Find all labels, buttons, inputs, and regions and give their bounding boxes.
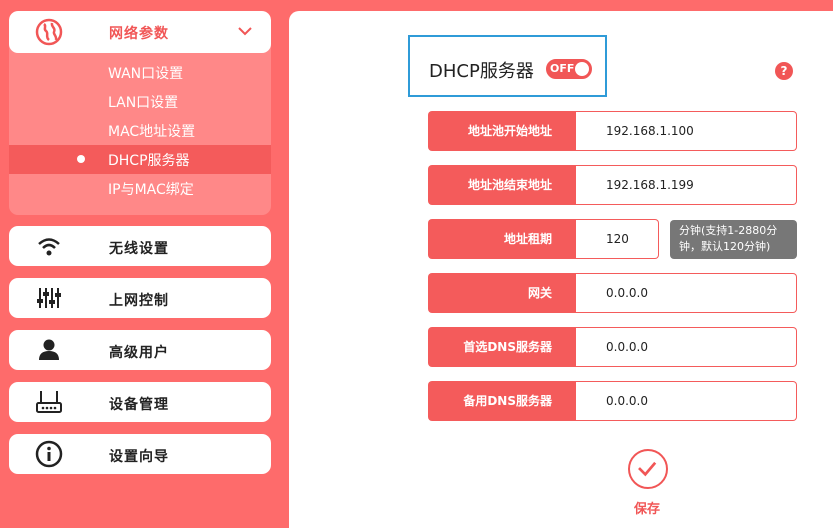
sidebar-item-label: 上网控制: [109, 293, 169, 309]
dhcp-title-box: DHCP服务器 OFF: [408, 35, 607, 97]
sidebar-item-label: WAN口设置: [108, 66, 184, 82]
lease-time-hint: 分钟(支持1-2880分 钟，默认120分钟): [670, 220, 797, 259]
sidebar-item-mac[interactable]: MAC地址设置: [9, 116, 271, 145]
sidebar-item-label: LAN口设置: [108, 95, 179, 111]
sidebar-item-ip-mac-binding[interactable]: IP与MAC绑定: [9, 174, 271, 203]
main-panel: DHCP服务器 OFF ? 地址池开始地址 192.168.1.100 地址池结…: [289, 11, 833, 528]
menu-group-network: 网络参数 WAN口设置 LAN口设置 MAC地址设置 DHCP服务器 IP与MA…: [9, 11, 271, 215]
sidebar-item-label: MAC地址设置: [108, 124, 196, 140]
page-title: DHCP服务器: [429, 61, 534, 82]
sidebar-item-label: IP与MAC绑定: [108, 182, 194, 198]
field-label: 地址租期: [428, 219, 576, 259]
router-icon: [36, 391, 62, 413]
sidebar-item-dhcp[interactable]: DHCP服务器: [9, 145, 271, 174]
info-icon: [35, 440, 63, 468]
sidebar-item-label: DHCP服务器: [108, 153, 190, 169]
sidebar-item-label: 高级用户: [109, 345, 169, 361]
sidebar-item-label: 设置向导: [109, 449, 169, 465]
lease-time-input[interactable]: 120: [576, 219, 659, 259]
save-button[interactable]: [628, 449, 668, 489]
checkmark-icon: [638, 461, 657, 477]
dhcp-toggle[interactable]: OFF: [546, 59, 592, 79]
chevron-down-icon[interactable]: [237, 25, 253, 37]
toggle-knob: [575, 62, 589, 76]
sidebar-item-device-management[interactable]: 设备管理: [9, 382, 271, 422]
pool-end-input[interactable]: 192.168.1.199: [576, 165, 797, 205]
hint-line: 钟，默认120分钟): [679, 240, 771, 253]
sidebar-item-access-control[interactable]: 上网控制: [9, 278, 271, 318]
sidebar-item-wan[interactable]: WAN口设置: [9, 58, 271, 87]
sidebar-item-lan[interactable]: LAN口设置: [9, 87, 271, 116]
sliders-icon: [37, 288, 61, 308]
field-label: 网关: [428, 273, 576, 313]
primary-dns-input[interactable]: 0.0.0.0: [576, 327, 797, 367]
menu-network-label: 网络参数: [109, 26, 169, 42]
field-label: 地址池开始地址: [428, 111, 576, 151]
pool-start-input[interactable]: 192.168.1.100: [576, 111, 797, 151]
gateway-input[interactable]: 0.0.0.0: [576, 273, 797, 313]
globe-icon: [35, 18, 63, 46]
help-icon[interactable]: ?: [775, 62, 793, 80]
user-icon: [39, 339, 59, 360]
field-label: 备用DNS服务器: [428, 381, 576, 421]
wifi-icon: [38, 238, 60, 256]
field-label: 首选DNS服务器: [428, 327, 576, 367]
sidebar-item-advanced-user[interactable]: 高级用户: [9, 330, 271, 370]
sidebar: 网络参数 WAN口设置 LAN口设置 MAC地址设置 DHCP服务器 IP与MA…: [0, 0, 281, 528]
active-dot-icon: [77, 155, 85, 163]
secondary-dns-input[interactable]: 0.0.0.0: [576, 381, 797, 421]
field-label: 地址池结束地址: [428, 165, 576, 205]
sidebar-item-wireless[interactable]: 无线设置: [9, 226, 271, 266]
save-label[interactable]: 保存: [634, 498, 660, 517]
sidebar-item-label: 设备管理: [109, 397, 169, 413]
sidebar-item-label: 无线设置: [109, 241, 169, 257]
sidebar-item-setup-wizard[interactable]: 设置向导: [9, 434, 271, 474]
menu-network-header[interactable]: 网络参数: [9, 11, 271, 53]
hint-line: 分钟(支持1-2880分: [679, 224, 778, 237]
toggle-state-label: OFF: [550, 62, 575, 75]
